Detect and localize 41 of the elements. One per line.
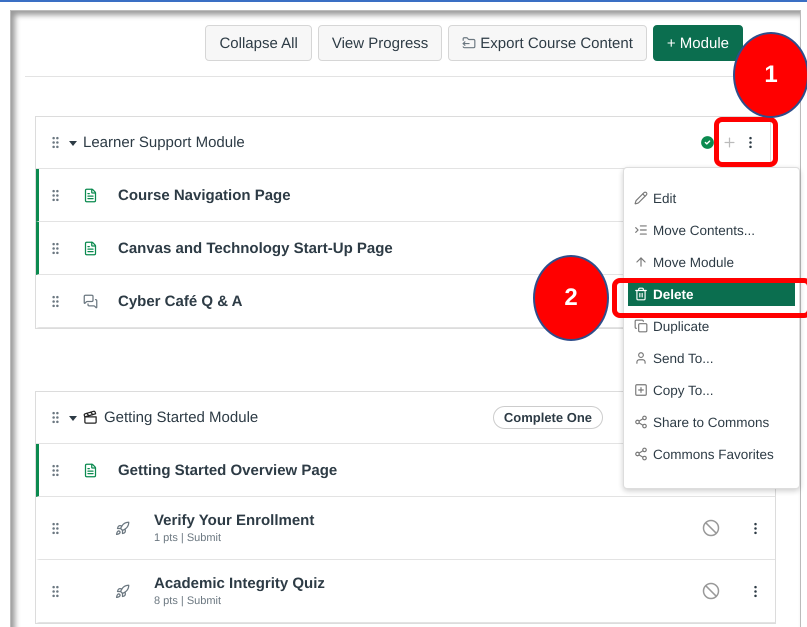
caret-icon[interactable] — [69, 414, 77, 422]
item-details: 1 pts | Submit — [154, 532, 222, 544]
module-title: Getting Started Module — [104, 409, 260, 426]
unpublished-icon[interactable] — [702, 519, 720, 537]
requirement-badge: Complete One — [492, 406, 603, 429]
page-icon — [83, 462, 98, 478]
menu-item[interactable]: Send To... — [628, 346, 795, 370]
item-title[interactable]: Academic Integrity Quiz — [154, 575, 694, 592]
item-details: 8 pts | Submit — [154, 595, 222, 607]
page-icon — [83, 188, 98, 202]
user-icon — [634, 351, 648, 365]
callout-marker: 1 — [733, 32, 807, 118]
clapperboard-icon — [83, 410, 98, 425]
toolbar-button[interactable]: Export Course Content — [448, 25, 647, 61]
discussion-icon — [83, 294, 98, 308]
menu-item[interactable]: Share to Commons — [628, 410, 795, 434]
square-plus-icon — [634, 383, 648, 397]
module-title: Learner Support Module — [83, 134, 246, 151]
rocket-icon — [115, 584, 130, 598]
trash-icon — [634, 287, 648, 301]
export-icon — [462, 36, 476, 50]
caret-icon[interactable] — [69, 138, 77, 146]
share-icon — [634, 447, 648, 461]
page-icon — [83, 240, 98, 256]
list-icon — [634, 223, 648, 237]
add-icon — [722, 135, 737, 150]
module-item[interactable]: Academic Integrity Quiz 8 pts | Submit — [36, 560, 775, 623]
add-module-button[interactable]: + Module — [652, 25, 743, 61]
toolbar-button[interactable]: Collapse All — [205, 25, 312, 61]
callout-marker: 2 — [533, 255, 609, 341]
menu-item[interactable]: Delete — [628, 282, 795, 306]
module-item[interactable]: Verify Your Enrollment 1 pts | Submit — [36, 497, 775, 560]
share-icon — [634, 415, 648, 429]
item-title[interactable]: Verify Your Enrollment — [154, 512, 694, 529]
menu-item[interactable]: Copy To... — [628, 378, 795, 402]
published-icon[interactable] — [699, 134, 716, 151]
toolbar-button[interactable]: View Progress — [318, 25, 442, 61]
copy-icon — [634, 319, 648, 333]
pencil-icon — [634, 191, 648, 205]
rocket-icon — [115, 520, 130, 536]
unpublished-icon[interactable] — [702, 582, 720, 600]
